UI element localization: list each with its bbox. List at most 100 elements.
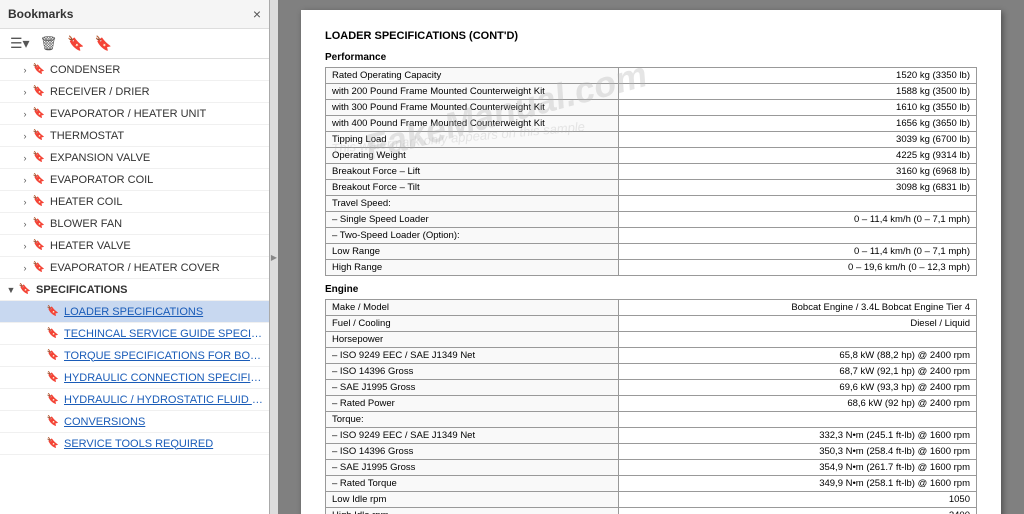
- bookmark-label-expansion-valve: EXPANSION VALVE: [50, 152, 265, 164]
- table-row: – ISO 9249 EEC / SAE J1349 Net65,8 kW (8…: [326, 348, 977, 364]
- expand-icon-service-tools: [32, 437, 46, 451]
- expand-icon-heater-coil: ›: [18, 195, 32, 209]
- table-row: Low Range0 – 11,4 km/h (0 – 7,1 mph): [326, 244, 977, 260]
- cell-label: High Range: [326, 260, 619, 276]
- table-row: High Range0 – 19,6 km/h (0 – 12,3 mph): [326, 260, 977, 276]
- close-button[interactable]: ×: [253, 6, 261, 22]
- expand-icon-thermostat: ›: [18, 129, 32, 143]
- cell-label: High Idle rpm: [326, 508, 619, 514]
- cell-label: – Two-Speed Loader (Option):: [326, 228, 619, 244]
- bookmark-icon-heater-valve: 🔖: [32, 239, 46, 253]
- bookmark-item-heater-coil[interactable]: ›🔖HEATER COIL: [0, 191, 269, 213]
- expand-icon-torque-specs: [32, 349, 46, 363]
- cell-value: [618, 412, 976, 428]
- cell-label: – ISO 9249 EEC / SAE J1349 Net: [326, 428, 619, 444]
- bookmark-item-heater-valve[interactable]: ›🔖HEATER VALVE: [0, 235, 269, 257]
- table-row: Breakout Force – Lift3160 kg (6968 lb): [326, 164, 977, 180]
- bookmark-icon-conversions: 🔖: [46, 415, 60, 429]
- bookmark-icon-evaporator-heater-cover: 🔖: [32, 261, 46, 275]
- menu-icon-button[interactable]: ☰▾: [8, 33, 32, 54]
- bookmark-label-specifications: SPECIFICATIONS: [36, 284, 265, 296]
- cell-value: Bobcat Engine / 3.4L Bobcat Engine Tier …: [618, 300, 976, 316]
- cell-value: 354,9 N•m (261.7 ft-lb) @ 1600 rpm: [618, 460, 976, 476]
- bookmark-icon-hydraulic-connection: 🔖: [46, 371, 60, 385]
- bookmarks-panel: Bookmarks × ☰▾ 🗑 🔖 🔖 ›🔖CONDENSER›🔖RECEIV…: [0, 0, 270, 514]
- bookmark-item-technical-service[interactable]: 🔖 TECHINCAL SERVICE GUIDE SPECIFICATIONS: [0, 323, 269, 345]
- expand-icon-expansion-valve: ›: [18, 151, 32, 165]
- cell-label: Fuel / Cooling: [326, 316, 619, 332]
- cell-value: 0 – 11,4 km/h (0 – 7,1 mph): [618, 244, 976, 260]
- cell-value: 3160 kg (6968 lb): [618, 164, 976, 180]
- bookmark-label-technical-service: TECHINCAL SERVICE GUIDE SPECIFICATIONS: [64, 328, 265, 340]
- bookmark-label-receiver-drier: RECEIVER / DRIER: [50, 86, 265, 98]
- cell-value: [618, 228, 976, 244]
- bookmark-item-conversions[interactable]: 🔖CONVERSIONS: [0, 411, 269, 433]
- cell-label: Operating Weight: [326, 148, 619, 164]
- table-row: Low Idle rpm1050: [326, 492, 977, 508]
- document-page: FakeManual.com This watermark only appea…: [301, 10, 1001, 514]
- bookmark-item-thermostat[interactable]: ›🔖THERMOSTAT: [0, 125, 269, 147]
- table-row: with 200 Pound Frame Mounted Counterweig…: [326, 84, 977, 100]
- bookmarks-title: Bookmarks: [8, 7, 73, 21]
- bookmark-label-evaporator-heater-unit: EVAPORATOR / HEATER UNIT: [50, 108, 265, 120]
- bookmark-item-torque-specs[interactable]: 🔖TORQUE SPECIFICATIONS FOR BOLTS: [0, 345, 269, 367]
- cell-value: 1656 kg (3650 lb): [618, 116, 976, 132]
- table-row: – ISO 14396 Gross68,7 kW (92,1 hp) @ 240…: [326, 364, 977, 380]
- cell-label: Make / Model: [326, 300, 619, 316]
- table-row: – SAE J1995 Gross354,9 N•m (261.7 ft-lb)…: [326, 460, 977, 476]
- bookmark-icon-thermostat: 🔖: [32, 129, 46, 143]
- bookmark-item-receiver-drier[interactable]: ›🔖RECEIVER / DRIER: [0, 81, 269, 103]
- bookmark-icon-evaporator-heater-unit: 🔖: [32, 107, 46, 121]
- cell-value: 349,9 N•m (258.1 ft-lb) @ 1600 rpm: [618, 476, 976, 492]
- bookmark-item-service-tools[interactable]: 🔖SERVICE TOOLS REQUIRED: [0, 433, 269, 455]
- table-row: – Rated Power68,6 kW (92 hp) @ 2400 rpm: [326, 396, 977, 412]
- panel-resize-handle[interactable]: [270, 0, 278, 514]
- table-row: – Two-Speed Loader (Option):: [326, 228, 977, 244]
- expand-icon-evaporator-coil: ›: [18, 173, 32, 187]
- bookmark-add-button[interactable]: 🔖: [65, 33, 86, 54]
- table-row: Rated Operating Capacity1520 kg (3350 lb…: [326, 68, 977, 84]
- bookmark-item-expansion-valve[interactable]: ›🔖EXPANSION VALVE: [0, 147, 269, 169]
- bookmark-list-button[interactable]: 🔖: [93, 33, 114, 54]
- bookmark-item-loader-specifications[interactable]: 🔖 LOADER SPECIFICATIONS: [0, 301, 269, 323]
- cell-label: – Rated Power: [326, 396, 619, 412]
- table-row: Fuel / CoolingDiesel / Liquid: [326, 316, 977, 332]
- engine-heading: Engine: [325, 284, 977, 295]
- cell-value: [618, 332, 976, 348]
- bookmark-label-loader-specifications: LOADER SPECIFICATIONS: [64, 306, 265, 318]
- cell-value: 65,8 kW (88,2 hp) @ 2400 rpm: [618, 348, 976, 364]
- table-row: Tipping Load3039 kg (6700 lb): [326, 132, 977, 148]
- table-row: with 300 Pound Frame Mounted Counterweig…: [326, 100, 977, 116]
- cell-value: 1520 kg (3350 lb): [618, 68, 976, 84]
- bookmark-label-blower-fan: BLOWER FAN: [50, 218, 265, 230]
- bookmark-item-specifications[interactable]: ▼🔖SPECIFICATIONS: [0, 279, 269, 301]
- bookmark-icon-torque-specs: 🔖: [46, 349, 60, 363]
- delete-button[interactable]: 🗑: [38, 33, 60, 54]
- bookmark-item-blower-fan[interactable]: ›🔖BLOWER FAN: [0, 213, 269, 235]
- bookmark-icon-loader-specifications: 🔖: [46, 305, 60, 319]
- expand-icon-conversions: [32, 415, 46, 429]
- bookmark-icon-condenser: 🔖: [32, 63, 46, 77]
- bookmark-item-hydraulic-connection[interactable]: 🔖HYDRAULIC CONNECTION SPECIFICATIONS: [0, 367, 269, 389]
- bookmark-icon-technical-service: 🔖: [46, 327, 60, 341]
- bookmark-label-hydraulic-hydrostatic: HYDRAULIC / HYDROSTATIC FLUID SPECIFICAT…: [64, 394, 265, 406]
- cell-value: 69,6 kW (93,3 hp) @ 2400 rpm: [618, 380, 976, 396]
- document-panel: FakeManual.com This watermark only appea…: [278, 0, 1024, 514]
- table-row: Travel Speed:: [326, 196, 977, 212]
- cell-label: Tipping Load: [326, 132, 619, 148]
- bookmark-label-service-tools: SERVICE TOOLS REQUIRED: [64, 438, 265, 450]
- bookmark-icon-hydraulic-hydrostatic: 🔖: [46, 393, 60, 407]
- expand-icon-loader-specifications: [32, 305, 46, 319]
- table-row: Torque:: [326, 412, 977, 428]
- bookmark-label-heater-valve: HEATER VALVE: [50, 240, 265, 252]
- bookmark-item-evaporator-heater-cover[interactable]: ›🔖EVAPORATOR / HEATER COVER: [0, 257, 269, 279]
- bookmark-icon-receiver-drier: 🔖: [32, 85, 46, 99]
- cell-value: 0 – 11,4 km/h (0 – 7,1 mph): [618, 212, 976, 228]
- table-row: Make / ModelBobcat Engine / 3.4L Bobcat …: [326, 300, 977, 316]
- cell-label: – SAE J1995 Gross: [326, 460, 619, 476]
- bookmark-item-evaporator-heater-unit[interactable]: ›🔖EVAPORATOR / HEATER UNIT: [0, 103, 269, 125]
- bookmark-item-condenser[interactable]: ›🔖CONDENSER: [0, 59, 269, 81]
- table-row: Horsepower: [326, 332, 977, 348]
- bookmark-item-hydraulic-hydrostatic[interactable]: 🔖 HYDRAULIC / HYDROSTATIC FLUID SPECIFICA…: [0, 389, 269, 411]
- bookmark-item-evaporator-coil[interactable]: ›🔖EVAPORATOR COIL: [0, 169, 269, 191]
